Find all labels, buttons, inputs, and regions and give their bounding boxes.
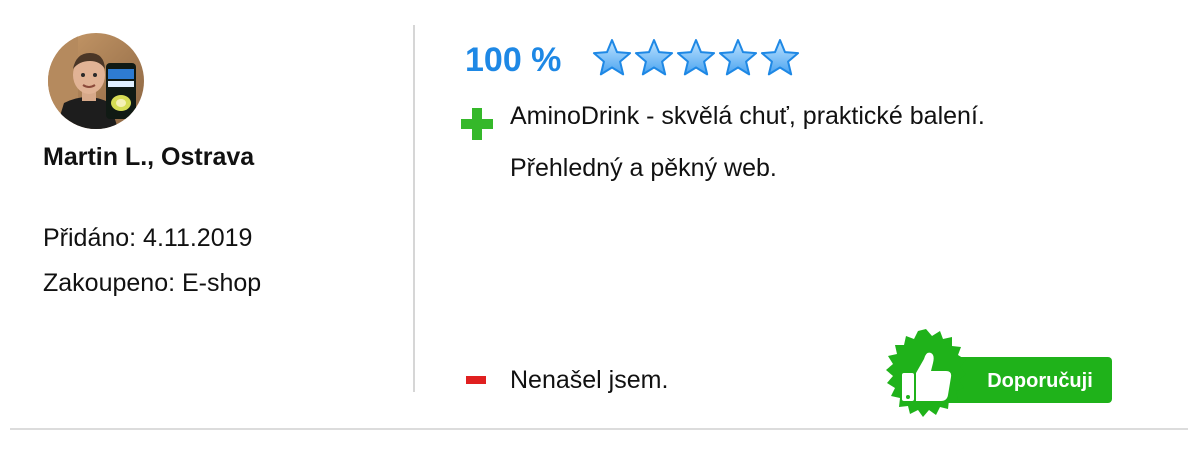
review-card: Martin L., Ostrava Přidáno: 4.11.2019 Za… (0, 0, 1200, 451)
pro-text: AminoDrink - skvělá chuť, praktické bale… (510, 102, 985, 130)
star-rating (591, 37, 801, 79)
star-filled-icon (592, 39, 632, 76)
star-filled-icon (676, 39, 716, 76)
rating-percent: 100 % (465, 41, 562, 79)
reviewer-name: Martin L., Ostrava (43, 143, 255, 171)
bottom-divider (10, 428, 1188, 430)
pro-text: Přehledný a pěkný web. (510, 154, 777, 182)
added-date: Přidáno: 4.11.2019 (43, 224, 253, 252)
purchase-source: Zakoupeno: E-shop (43, 269, 262, 297)
plus-icon (461, 108, 493, 140)
recommend-badge: Doporučuji (880, 327, 1112, 423)
thumbs-up-icon (880, 327, 972, 423)
minus-icon (466, 376, 486, 384)
con-text: Nenašel jsem. (510, 366, 669, 394)
avatar (48, 33, 144, 129)
star-filled-icon (634, 39, 674, 76)
star-filled-icon (760, 39, 800, 76)
column-divider (413, 25, 415, 392)
recommend-label: Doporučuji (987, 370, 1093, 392)
star-filled-icon (718, 39, 758, 76)
